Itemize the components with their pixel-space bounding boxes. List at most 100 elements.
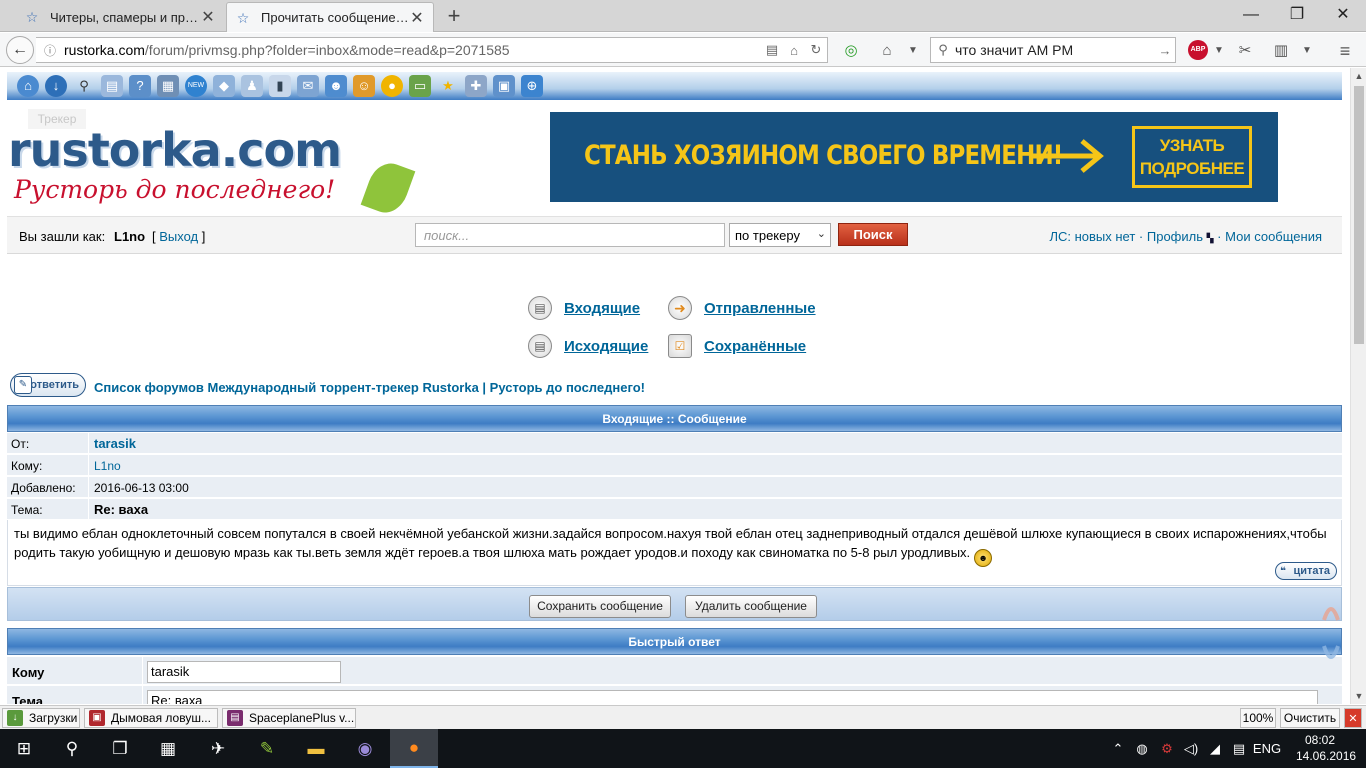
gamepad-icon[interactable]: ✚: [465, 75, 487, 97]
folder-saved-link[interactable]: Сохранённые: [704, 338, 806, 355]
search-icon[interactable]: ⚲: [73, 75, 95, 97]
chevron-down-icon[interactable]: ▼: [1208, 40, 1230, 62]
download-task-item[interactable]: ▣ Дымовая ловуш...: [84, 708, 218, 728]
logout-link[interactable]: Выход: [159, 229, 198, 244]
pm-status-link[interactable]: ЛС: новых нет: [1049, 229, 1135, 244]
download-task-item[interactable]: ▤ SpaceplanePlus v...: [222, 708, 356, 728]
my-messages-link[interactable]: Мои сообщения: [1225, 229, 1322, 244]
to-value[interactable]: L1no: [94, 459, 121, 473]
folder-sent[interactable]: ➜ Отправленные: [668, 296, 816, 320]
delete-message-button[interactable]: Удалить сообщение: [685, 595, 817, 618]
window-icon[interactable]: ▣: [493, 75, 515, 97]
info-icon[interactable]: ⓘ: [36, 42, 64, 59]
tracker-home-icon[interactable]: ⌂: [17, 75, 39, 97]
reply-button[interactable]: ✎ ответить: [10, 373, 86, 397]
browser-tab-cheaters[interactable]: ☆ Читеры, спамеры и проч... ✕: [16, 2, 224, 32]
browser-tab-read-message[interactable]: ☆ Прочитать сообщение :: ... ✕: [226, 2, 434, 32]
file-icon[interactable]: ▤: [101, 75, 123, 97]
folder-icon[interactable]: ▬: [292, 729, 340, 768]
board-icon[interactable]: ▭: [409, 75, 431, 97]
search-button[interactable]: Поиск: [838, 223, 908, 246]
store-icon[interactable]: ▦: [144, 729, 192, 768]
chevron-down-icon[interactable]: ▼: [1296, 40, 1318, 62]
new-icon[interactable]: NEW: [185, 75, 207, 97]
volume-icon[interactable]: ◁): [1180, 729, 1202, 768]
notifications-icon[interactable]: ▤: [1228, 729, 1250, 768]
home-icon[interactable]: ⌂: [876, 40, 898, 62]
mail-icon[interactable]: ✉: [297, 75, 319, 97]
calendar-icon[interactable]: ▦: [157, 75, 179, 97]
close-icon[interactable]: ✕: [409, 8, 425, 28]
extension-icon[interactable]: ✂: [1234, 40, 1256, 62]
subject-input[interactable]: Re: ваха: [147, 690, 1318, 704]
windows-start-icon[interactable]: ⊞: [0, 729, 48, 768]
to-link[interactable]: L1no: [94, 459, 121, 473]
site-icon[interactable]: ⌂: [783, 43, 805, 58]
downloads-item[interactable]: ↓ Загрузки: [2, 708, 80, 728]
bookmark-icon[interactable]: ▮: [269, 75, 291, 97]
tag-icon[interactable]: ◆: [213, 75, 235, 97]
url-bar[interactable]: ⓘ rustorka.com/forum/privmsg.php?folder=…: [36, 37, 828, 63]
steam-icon[interactable]: ◍: [1130, 729, 1154, 768]
folder-outbox[interactable]: ▤ Исходящие: [528, 334, 648, 358]
clear-button[interactable]: Очистить: [1280, 708, 1340, 728]
network-icon[interactable]: ◢: [1204, 729, 1226, 768]
task-view-icon[interactable]: ❐: [96, 729, 144, 768]
zoom-level[interactable]: 100%: [1240, 708, 1276, 728]
site-search-input[interactable]: поиск...: [415, 223, 725, 247]
ad-banner[interactable]: СТАНЬ ХОЗЯИНОМ СВОЕГО ВРЕМЕНИ! УЗНАТЬ ПО…: [550, 112, 1278, 202]
breadcrumb[interactable]: Список форумов Международный торрент-тре…: [94, 380, 645, 395]
banner-learn-more-button[interactable]: УЗНАТЬ ПОДРОБНЕЕ: [1132, 126, 1252, 188]
quote-button[interactable]: ❝ цитата: [1275, 562, 1337, 580]
close-window-button[interactable]: ✕: [1320, 0, 1366, 30]
arrow-right-icon[interactable]: →: [1155, 43, 1175, 58]
folder-inbox[interactable]: ▤ Входящие: [528, 296, 640, 320]
browser-search-bar[interactable]: ⚲ что значит AM PM →: [930, 37, 1176, 63]
users-icon[interactable]: ☺: [353, 75, 375, 97]
medal-icon[interactable]: ●: [381, 75, 403, 97]
scroll-up-icon[interactable]: ▲: [1351, 68, 1366, 84]
search-scope-select[interactable]: по трекеру ⌄: [729, 223, 831, 247]
folder-sent-link[interactable]: Отправленные: [704, 300, 816, 317]
scroll-to-top-bottom-icon[interactable]: [1320, 598, 1342, 668]
minimize-button[interactable]: —: [1228, 0, 1274, 30]
tray-chevron-icon[interactable]: ⌃: [1108, 729, 1128, 768]
site-logo[interactable]: rustorka.com Русторь до последнего!: [8, 123, 416, 219]
save-message-button[interactable]: Сохранить сообщение: [529, 595, 671, 618]
from-link[interactable]: tarasik: [94, 436, 136, 451]
back-button[interactable]: ←: [6, 36, 34, 64]
folder-outbox-link[interactable]: Исходящие: [564, 338, 648, 355]
chevron-down-icon[interactable]: ▼: [902, 40, 924, 62]
profile-link[interactable]: Профиль: [1147, 229, 1203, 244]
maximize-button[interactable]: ❐: [1274, 0, 1320, 30]
input-language[interactable]: ENG: [1252, 729, 1282, 768]
from-value[interactable]: tarasik: [94, 436, 136, 451]
reader-view-icon[interactable]: ▤: [761, 42, 783, 58]
download-icon[interactable]: ↓: [45, 75, 67, 97]
addon-icon[interactable]: ◎: [840, 40, 862, 62]
clipboard-icon[interactable]: ▥: [1270, 40, 1292, 62]
menu-icon[interactable]: ≡: [1334, 40, 1356, 62]
new-tab-button[interactable]: +: [442, 4, 466, 28]
app-icon[interactable]: ✈: [194, 729, 242, 768]
adblock-icon[interactable]: ABP: [1188, 40, 1208, 60]
folder-saved[interactable]: ☑ Сохранённые: [668, 334, 806, 358]
firefox-icon[interactable]: ●: [390, 729, 438, 768]
scroll-down-icon[interactable]: ▼: [1351, 688, 1366, 704]
profile-menu-icon[interactable]: ▚: [1207, 233, 1214, 243]
help-icon[interactable]: ?: [129, 75, 151, 97]
close-icon[interactable]: ✕: [1344, 708, 1362, 728]
cart-icon[interactable]: ⊕: [521, 75, 543, 97]
app-icon[interactable]: ◉: [341, 729, 389, 768]
folder-inbox-link[interactable]: Входящие: [564, 300, 640, 317]
search-icon[interactable]: ⚲: [48, 729, 96, 768]
tools-icon[interactable]: ✎: [243, 729, 291, 768]
group-icon[interactable]: ☻: [325, 75, 347, 97]
clock[interactable]: 08:02 14.06.2016: [1296, 732, 1356, 764]
recipient-input[interactable]: tarasik: [147, 661, 341, 683]
reload-icon[interactable]: ↻: [805, 42, 827, 58]
user-icon[interactable]: ♟: [241, 75, 263, 97]
close-icon[interactable]: ✕: [200, 7, 216, 27]
star-icon[interactable]: ★: [437, 75, 459, 97]
tray-app-icon[interactable]: ⚙: [1156, 729, 1178, 768]
